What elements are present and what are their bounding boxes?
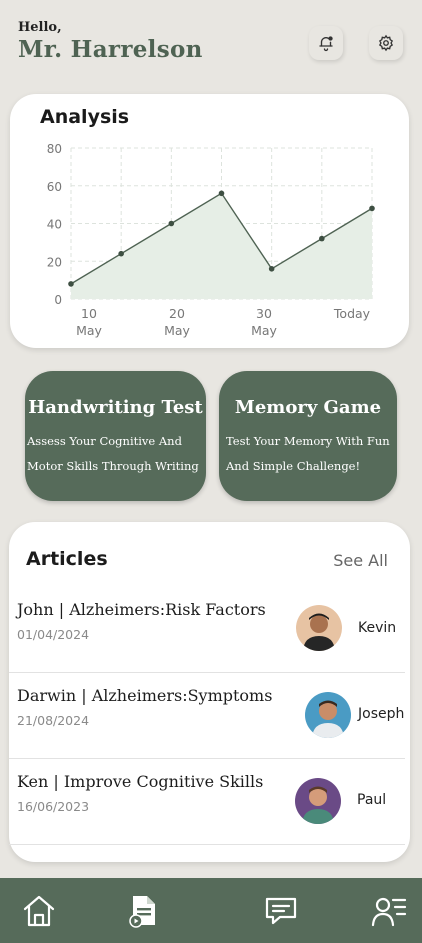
article-item[interactable]: Darwin | Alzheimers:Symptoms 21/08/2024 … xyxy=(9,672,405,759)
article-title: Darwin | Alzheimers:Symptoms xyxy=(17,686,273,705)
bottom-nav xyxy=(0,878,422,943)
chart-area xyxy=(71,193,372,299)
report-icon[interactable] xyxy=(125,892,163,930)
feature-title: Memory Game xyxy=(234,397,382,418)
article-date: 16/06/2023 xyxy=(17,799,90,814)
y-tick-label: 60 xyxy=(47,180,62,194)
avatar xyxy=(295,778,341,824)
feature-title: Handwriting Test xyxy=(28,397,203,418)
y-tick-label: 80 xyxy=(47,142,62,156)
data-point xyxy=(319,235,325,242)
x-tick-label: Today xyxy=(333,306,371,321)
article-author: Kevin xyxy=(358,620,397,636)
y-tick-label: 20 xyxy=(47,255,62,269)
bell-icon xyxy=(319,36,333,52)
memory-game-card[interactable]: Memory Game Test Your Memory With Fun An… xyxy=(219,371,397,501)
x-tick-label: May xyxy=(164,323,190,338)
analysis-chart: 80 60 40 20 0 10 May 20 May 30 May Today xyxy=(47,142,375,338)
see-all-link[interactable]: See All xyxy=(333,551,388,570)
gear-icon xyxy=(378,34,394,52)
chat-icon[interactable] xyxy=(262,892,300,930)
data-point xyxy=(168,220,175,227)
article-title: Ken | Improve Cognitive Skills xyxy=(17,772,264,791)
x-tick-label: May xyxy=(76,323,102,338)
y-tick-label: 40 xyxy=(47,218,62,232)
avatar xyxy=(305,692,351,738)
analysis-card: Analysis 80 60 40 20 0 10 May 20 May 30 May Today xyxy=(10,94,409,348)
feature-desc-line: Motor Skills Through Writing xyxy=(27,459,199,473)
x-tick-label: 20 xyxy=(169,306,185,321)
feature-desc-line: Test Your Memory With Fun xyxy=(226,434,390,448)
avatar xyxy=(296,605,342,651)
articles-title: Articles xyxy=(26,548,108,570)
articles-card: Articles See All John | Alzheimers:Risk … xyxy=(9,522,410,862)
article-author: Joseph xyxy=(358,706,405,722)
feature-description: Test Your Memory With Fun And Simple Cha… xyxy=(226,429,416,479)
data-point xyxy=(118,250,124,257)
x-tick-label: May xyxy=(251,323,277,338)
data-point xyxy=(268,266,275,272)
greeting-hello: Hello, xyxy=(18,20,62,35)
feature-description: Assess Your Cognitive And Motor Skills T… xyxy=(27,429,217,479)
profile-menu-icon[interactable] xyxy=(370,892,408,930)
x-tick-label: 30 xyxy=(256,306,272,321)
data-point xyxy=(218,190,225,197)
user-name: Mr. Harrelson xyxy=(18,36,203,63)
article-date: 21/08/2024 xyxy=(17,713,90,728)
data-point xyxy=(68,281,74,287)
article-date: 01/04/2024 xyxy=(17,627,90,642)
article-item[interactable]: John | Alzheimers:Risk Factors 01/04/202… xyxy=(9,586,405,673)
handwriting-test-card[interactable]: Handwriting Test Assess Your Cognitive A… xyxy=(25,371,206,501)
article-item[interactable]: Ken | Improve Cognitive Skills 16/06/202… xyxy=(9,758,405,845)
x-tick-label: 10 xyxy=(81,306,97,321)
feature-desc-line: Assess Your Cognitive And xyxy=(27,434,182,448)
article-author: Paul xyxy=(357,792,387,808)
home-icon[interactable] xyxy=(20,892,58,930)
data-point xyxy=(369,205,375,212)
article-title: John | Alzheimers:Risk Factors xyxy=(17,600,266,619)
y-tick-label: 0 xyxy=(54,293,62,307)
notifications-button[interactable] xyxy=(309,26,343,60)
settings-button[interactable] xyxy=(369,26,403,60)
feature-desc-line: And Simple Challenge! xyxy=(226,459,361,473)
